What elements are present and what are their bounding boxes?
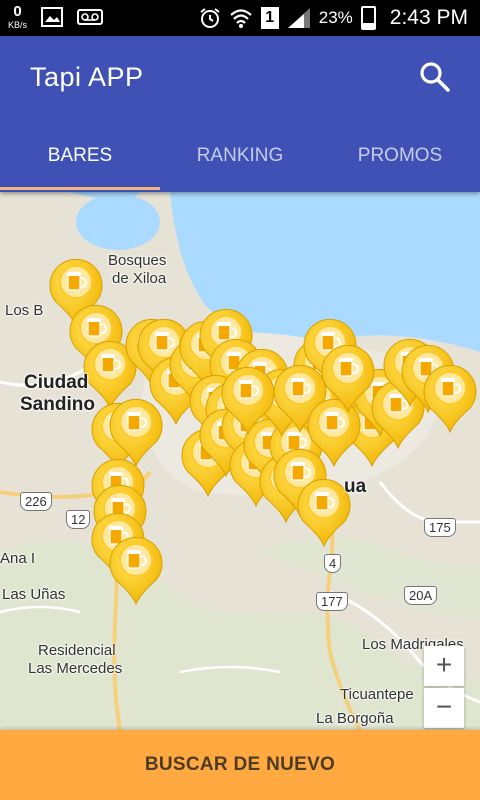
network-speed: 0 KB/s	[8, 3, 28, 31]
label-los-b: Los B	[5, 302, 44, 319]
road-shield: 177	[316, 592, 348, 611]
zoom-out-button[interactable]: −	[424, 688, 464, 728]
label-las-unas: Las Uñas	[2, 586, 66, 603]
wifi-icon	[230, 9, 252, 28]
app-bar: Tapi APP BARES RANKING PROMOS	[0, 36, 480, 192]
search-icon[interactable]	[418, 60, 452, 94]
road-shield: 20A	[404, 586, 438, 605]
voicemail-icon	[77, 9, 104, 25]
sim-indicator: 1	[260, 7, 279, 29]
app-title: Tapi APP	[30, 62, 144, 92]
label-bosques: Bosques	[108, 252, 167, 269]
label-las-mercedes: Las Mercedes	[28, 660, 123, 677]
label-ciudad: Ciudad	[24, 372, 89, 393]
tab-ranking[interactable]: RANKING	[160, 128, 320, 192]
label-ticuantepe: Ticuantepe	[340, 686, 414, 703]
label-managua-fragment: ua	[344, 476, 367, 497]
road-shield: 226	[20, 492, 52, 511]
signal-icon	[287, 8, 310, 28]
label-sandino: Sandino	[20, 394, 95, 415]
tab-promos[interactable]: PROMOS	[320, 128, 480, 192]
road-shield: 175	[424, 518, 456, 537]
image-icon	[41, 7, 64, 27]
road-shield: 4	[324, 554, 342, 573]
clock: 2:43 PM	[389, 6, 468, 29]
label-la-borgona: La Borgoña	[316, 710, 394, 727]
map-view[interactable]: Bosques de Xiloa Los B Ciudad Sandino ua…	[0, 192, 480, 730]
zoom-in-button[interactable]: +	[424, 646, 464, 686]
network-speed-value: 0	[13, 3, 22, 20]
search-again-button[interactable]: BUSCAR DE NUEVO	[0, 730, 480, 800]
tab-bares[interactable]: BARES	[0, 128, 160, 192]
label-ana: Ana I	[0, 550, 36, 567]
alarm-icon	[200, 8, 220, 28]
status-bar: 0 KB/s 1 23% 2:43 PM	[0, 0, 480, 36]
label-xiloa: de Xiloa	[112, 270, 167, 287]
network-speed-unit: KB/s	[8, 20, 28, 30]
battery-icon	[360, 6, 376, 30]
label-residencial: Residencial	[38, 642, 116, 659]
tab-bar: BARES RANKING PROMOS	[0, 128, 480, 192]
road-shield: 12	[66, 510, 91, 529]
battery-percent: 23%	[318, 8, 353, 27]
